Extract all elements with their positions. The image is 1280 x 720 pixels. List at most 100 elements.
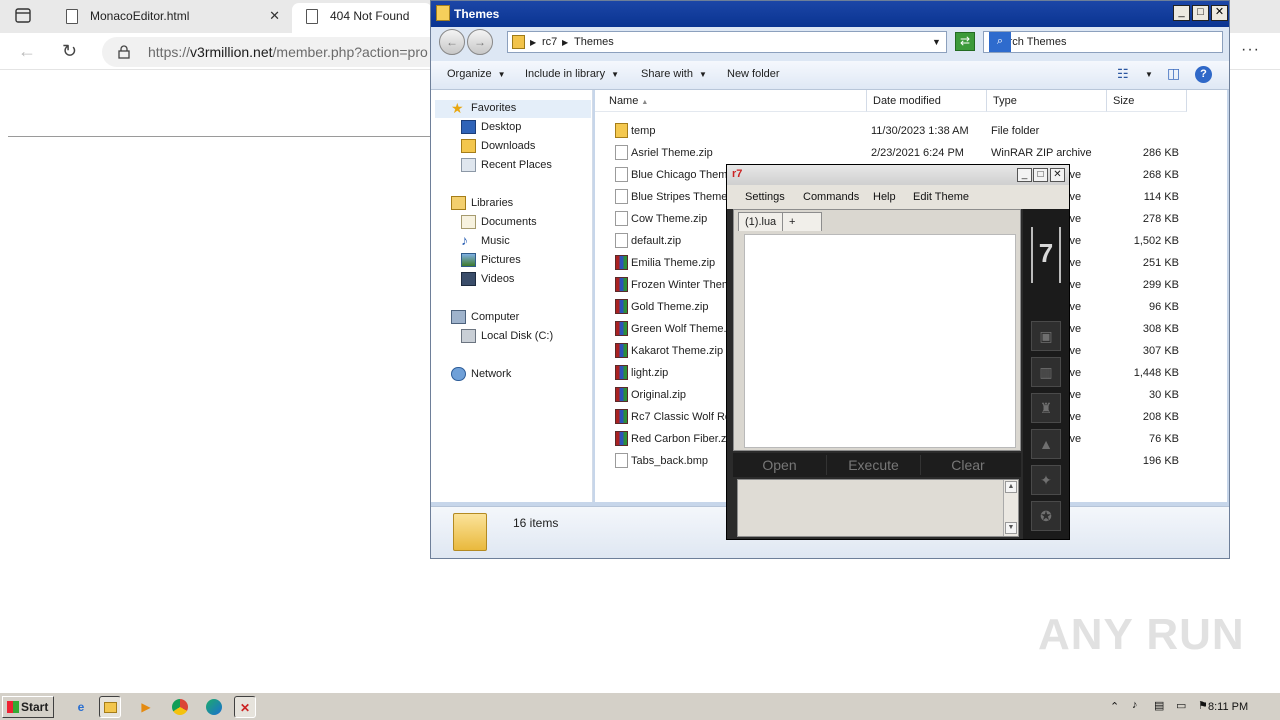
minimize-button[interactable]: _ — [1017, 168, 1032, 182]
maximize-button[interactable]: □ — [1192, 5, 1209, 21]
file-row[interactable]: temp 11/30/2023 1:38 AM File folder — [595, 120, 1227, 142]
wolf-icon[interactable]: ✦ — [1031, 465, 1061, 495]
browser-tab-404[interactable]: 404 Not Found — [292, 3, 432, 33]
rc7-menu-bar: Settings Commands Help Edit Theme — [727, 185, 1069, 209]
menu-help[interactable]: Help — [873, 191, 896, 203]
minimize-button[interactable]: _ — [1173, 5, 1190, 21]
column-header-date[interactable]: Date modified — [867, 90, 987, 112]
file-size: 76 KB — [1149, 433, 1179, 445]
column-header-type[interactable]: Type — [987, 90, 1107, 112]
rc7-title-bar[interactable]: r7 _ □ ✕ — [727, 165, 1069, 185]
menu-settings[interactable]: Settings — [745, 191, 785, 203]
search-box[interactable]: Search Themes ⌕ — [983, 31, 1223, 53]
scroll-up-icon[interactable]: ▲ — [1005, 481, 1017, 493]
tab-script-1[interactable]: (1).lua — [738, 212, 784, 231]
nav-favorites[interactable]: ★ Favorites — [435, 100, 591, 118]
close-button[interactable]: ✕ — [1211, 5, 1228, 21]
back-button-icon[interactable]: ← — [439, 29, 465, 55]
forward-button-icon[interactable]: → — [467, 29, 493, 55]
rc7-logo-icon: r7 — [732, 168, 743, 180]
tool-icon[interactable]: ▥ — [1031, 357, 1061, 387]
help-icon[interactable]: ? — [1195, 66, 1212, 83]
edge-icon[interactable] — [203, 696, 225, 718]
rc7-window: r7 _ □ ✕ Settings Commands Help Edit The… — [726, 164, 1070, 540]
nav-label: Desktop — [481, 121, 522, 133]
back-arrow-icon[interactable]: ← — [18, 41, 36, 62]
explorer-title-bar[interactable]: Themes _ □ ✕ — [431, 1, 1229, 27]
refresh-icon[interactable]: ⇄ — [955, 32, 975, 51]
file-name: light.zip — [631, 367, 669, 379]
navigation-pane: ★ Favorites Desktop Downloads Recent Pla… — [431, 90, 593, 502]
nav-label: Recent Places — [481, 159, 552, 171]
tab-actions-icon[interactable] — [12, 7, 34, 25]
column-label: Name — [609, 95, 639, 107]
include-library-button[interactable]: Include in library ▼ — [525, 68, 619, 80]
file-size: 251 KB — [1142, 257, 1179, 269]
view-options-icon[interactable]: ☷ — [1117, 66, 1129, 82]
open-button[interactable]: Open — [733, 455, 827, 475]
flag-tray-icon[interactable]: ⚑ — [1198, 699, 1208, 712]
rc7-taskbar-icon[interactable]: ✕ — [234, 696, 256, 718]
file-type: File folder — [991, 125, 1040, 137]
more-options-icon[interactable]: ··· — [1241, 41, 1260, 59]
close-button[interactable]: ✕ — [1050, 168, 1065, 182]
tray-expand-icon[interactable]: ⌃ — [1110, 700, 1119, 713]
script-textarea[interactable] — [744, 234, 1016, 448]
save-icon[interactable]: ▣ — [1031, 321, 1061, 351]
include-label: Include in library — [525, 68, 606, 80]
chrome-icon[interactable] — [169, 696, 191, 718]
reload-icon[interactable]: ↻ — [62, 41, 77, 62]
network-tray-icon[interactable]: ▤ — [1154, 699, 1164, 712]
breadcrumb-rc7[interactable]: rc7 — [542, 36, 557, 48]
organize-button[interactable]: Organize ▼ — [447, 68, 506, 80]
output-scrollbar[interactable]: ▲ ▼ — [1003, 480, 1018, 536]
document-icon — [306, 9, 318, 24]
explorer-taskbar-icon[interactable] — [99, 696, 121, 718]
caret-icon[interactable]: ▼ — [1145, 70, 1153, 79]
figure-icon[interactable]: ♜ — [1031, 393, 1061, 423]
triangle-icon[interactable]: ▲ — [1031, 429, 1061, 459]
explorer-address-bar[interactable]: ▶ rc7 ▶ Themes ▼ — [507, 31, 947, 53]
anyrun-watermark: ANY RUN — [1038, 610, 1245, 659]
menu-commands[interactable]: Commands — [803, 191, 859, 203]
maximize-button[interactable]: □ — [1033, 168, 1048, 182]
clear-button[interactable]: Clear — [921, 455, 1015, 475]
nav-label: Music — [481, 235, 510, 247]
internet-explorer-icon[interactable]: e — [70, 696, 92, 718]
add-tab-button[interactable]: + — [782, 212, 822, 231]
column-header-name[interactable]: Name ▲ — [595, 90, 867, 112]
file-name: Asriel Theme.zip — [631, 147, 713, 159]
preview-pane-icon[interactable]: ◫ — [1167, 65, 1180, 82]
browser-tab-monaco[interactable]: MonacoEditor.html ✕ — [52, 3, 290, 33]
menu-edit-theme[interactable]: Edit Theme — [913, 191, 969, 203]
downloads-icon — [461, 139, 476, 153]
new-folder-button[interactable]: New folder — [727, 68, 780, 80]
file-size: 30 KB — [1149, 389, 1179, 401]
close-tab-icon[interactable]: ✕ — [269, 8, 280, 24]
execute-button[interactable]: Execute — [827, 455, 921, 475]
scroll-down-icon[interactable]: ▼ — [1005, 522, 1017, 534]
volume-icon[interactable]: ♪ — [1132, 699, 1138, 711]
rar-icon — [615, 255, 628, 270]
recent-places-icon — [461, 158, 476, 172]
file-name: Kakarot Theme.zip — [631, 345, 724, 357]
file-name: default.zip — [631, 235, 682, 247]
power-icon[interactable]: ▭ — [1176, 699, 1186, 712]
wolf-head-icon[interactable]: ✪ — [1031, 501, 1061, 531]
nav-label: Videos — [481, 273, 515, 285]
chevron-down-icon[interactable]: ▼ — [932, 37, 941, 47]
file-date: 11/30/2023 1:38 AM — [871, 125, 969, 137]
output-box[interactable]: ▲ ▼ — [737, 479, 1019, 537]
file-row[interactable]: Asriel Theme.zip 2/23/2021 6:24 PM WinRAR … — [595, 142, 1227, 164]
file-size: 96 KB — [1149, 301, 1179, 313]
share-with-button[interactable]: Share with ▼ — [641, 68, 707, 80]
file-size: 299 KB — [1142, 279, 1179, 291]
caret-icon: ▼ — [497, 70, 506, 79]
disk-icon — [461, 329, 476, 343]
column-header-size[interactable]: Size — [1107, 90, 1187, 112]
breadcrumb-themes[interactable]: Themes — [574, 36, 614, 48]
media-player-icon[interactable]: ▶ — [135, 696, 157, 718]
start-button[interactable]: Start — [2, 696, 54, 718]
nav-label: Documents — [481, 216, 537, 228]
search-icon[interactable]: ⌕ — [989, 32, 1011, 52]
